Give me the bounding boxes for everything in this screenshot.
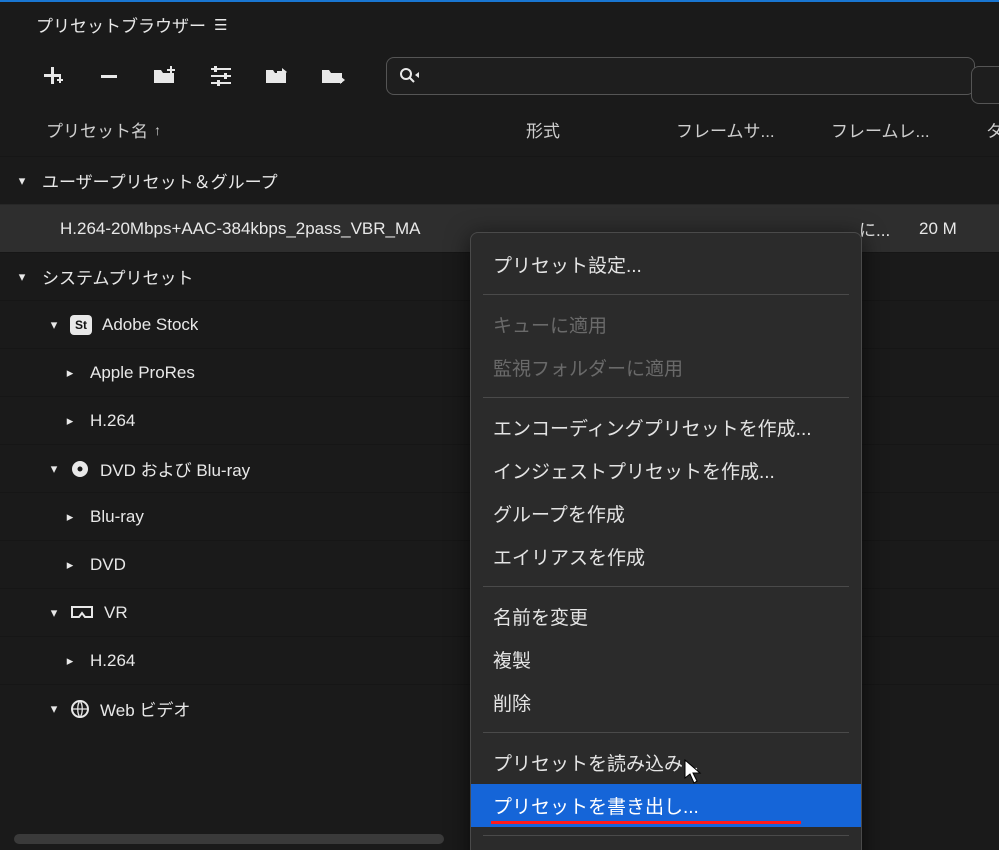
adobe-stock-icon: St <box>70 315 92 335</box>
menu-apply-to-watch-folder: 監視フォルダーに適用 <box>471 346 861 389</box>
panel-title: プリセットブラウザー <box>36 12 206 37</box>
chevron-down-icon[interactable]: ▾ <box>44 605 64 621</box>
group-label: Adobe Stock <box>102 315 198 335</box>
menu-apply-to-queue: キューに適用 <box>471 303 861 346</box>
menu-separator <box>483 294 849 295</box>
column-preset-name[interactable]: プリセット名 ↑ <box>46 117 526 142</box>
group-label: DVD <box>90 555 126 575</box>
export-preset-button[interactable] <box>320 63 346 89</box>
menu-show-preset-file[interactable]: プリセットファイルを表示 <box>471 844 861 850</box>
menu-duplicate[interactable]: 複製 <box>471 638 861 681</box>
vr-headset-icon <box>70 605 94 621</box>
menu-preset-settings[interactable]: プリセット設定... <box>471 243 861 286</box>
group-label: H.264 <box>90 411 135 431</box>
preset-settings-button[interactable] <box>208 63 234 89</box>
chevron-right-icon[interactable]: ▸ <box>60 413 80 429</box>
column-headers: プリセット名 ↑ 形式 フレームサ... フレームレ... タ <box>0 105 999 156</box>
menu-export-preset[interactable]: プリセットを書き出し... <box>471 784 861 827</box>
menu-create-alias[interactable]: エイリアスを作成 <box>471 535 861 578</box>
column-format[interactable]: 形式 <box>526 117 676 142</box>
menu-import-preset[interactable]: プリセットを読み込み... <box>471 741 861 784</box>
new-group-button[interactable] <box>152 63 178 89</box>
chevron-right-icon[interactable]: ▸ <box>60 653 80 669</box>
menu-create-ingest-preset[interactable]: インジェストプリセットを作成... <box>471 449 861 492</box>
group-label: Blu-ray <box>90 507 144 527</box>
import-preset-button[interactable] <box>264 63 290 89</box>
group-label: H.264 <box>90 651 135 671</box>
menu-delete[interactable]: 削除 <box>471 681 861 724</box>
preset-rate-cell: 20 M <box>919 219 999 239</box>
group-label: Apple ProRes <box>90 363 195 383</box>
chevron-right-icon[interactable]: ▸ <box>60 557 80 573</box>
toolbar <box>0 43 999 105</box>
panel-menu-icon[interactable]: ☰ <box>214 16 225 34</box>
group-label: DVD および Blu-ray <box>100 456 250 481</box>
search-input[interactable] <box>427 68 962 85</box>
menu-create-encoding-preset[interactable]: エンコーディングプリセットを作成... <box>471 406 861 449</box>
sort-ascending-icon: ↑ <box>154 122 161 138</box>
add-preset-button[interactable] <box>40 63 66 89</box>
preset-name-label: H.264-20Mbps+AAC-384kbps_2pass_VBR_MA <box>60 219 421 239</box>
menu-rename[interactable]: 名前を変更 <box>471 595 861 638</box>
menu-separator <box>483 586 849 587</box>
chevron-right-icon[interactable]: ▸ <box>60 509 80 525</box>
menu-separator <box>483 835 849 836</box>
chevron-down-icon[interactable]: ▾ <box>44 317 64 333</box>
horizontal-scrollbar[interactable] <box>14 834 444 844</box>
right-panel-edge <box>971 66 999 104</box>
group-label: ユーザープリセット＆グループ <box>42 168 278 193</box>
chevron-right-icon[interactable]: ▸ <box>60 365 80 381</box>
menu-create-group[interactable]: グループを作成 <box>471 492 861 535</box>
disc-icon <box>70 459 90 479</box>
group-user-presets[interactable]: ▾ ユーザープリセット＆グループ <box>0 156 999 204</box>
column-name-label: プリセット名 <box>46 117 148 142</box>
group-label: VR <box>104 603 128 623</box>
menu-separator <box>483 397 849 398</box>
panel-tab: プリセットブラウザー ☰ <box>0 2 999 43</box>
remove-preset-button[interactable] <box>96 63 122 89</box>
column-trailing[interactable]: タ <box>986 117 999 142</box>
column-frame-rate[interactable]: フレームレ... <box>831 117 986 142</box>
group-label: システムプリセット <box>42 264 193 289</box>
chevron-down-icon[interactable]: ▾ <box>12 269 32 285</box>
chevron-down-icon[interactable]: ▾ <box>12 173 32 189</box>
context-menu: プリセット設定... キューに適用 監視フォルダーに適用 エンコーディングプリセ… <box>470 232 862 850</box>
search-icon <box>399 67 421 85</box>
chevron-down-icon[interactable]: ▾ <box>44 461 64 477</box>
search-field[interactable] <box>386 57 975 95</box>
chevron-down-icon[interactable]: ▾ <box>44 701 64 717</box>
globe-icon <box>70 699 90 719</box>
group-label: Web ビデオ <box>100 696 190 721</box>
preset-format-cell: に... <box>859 216 919 241</box>
column-frame-size[interactable]: フレームサ... <box>676 117 831 142</box>
menu-separator <box>483 732 849 733</box>
